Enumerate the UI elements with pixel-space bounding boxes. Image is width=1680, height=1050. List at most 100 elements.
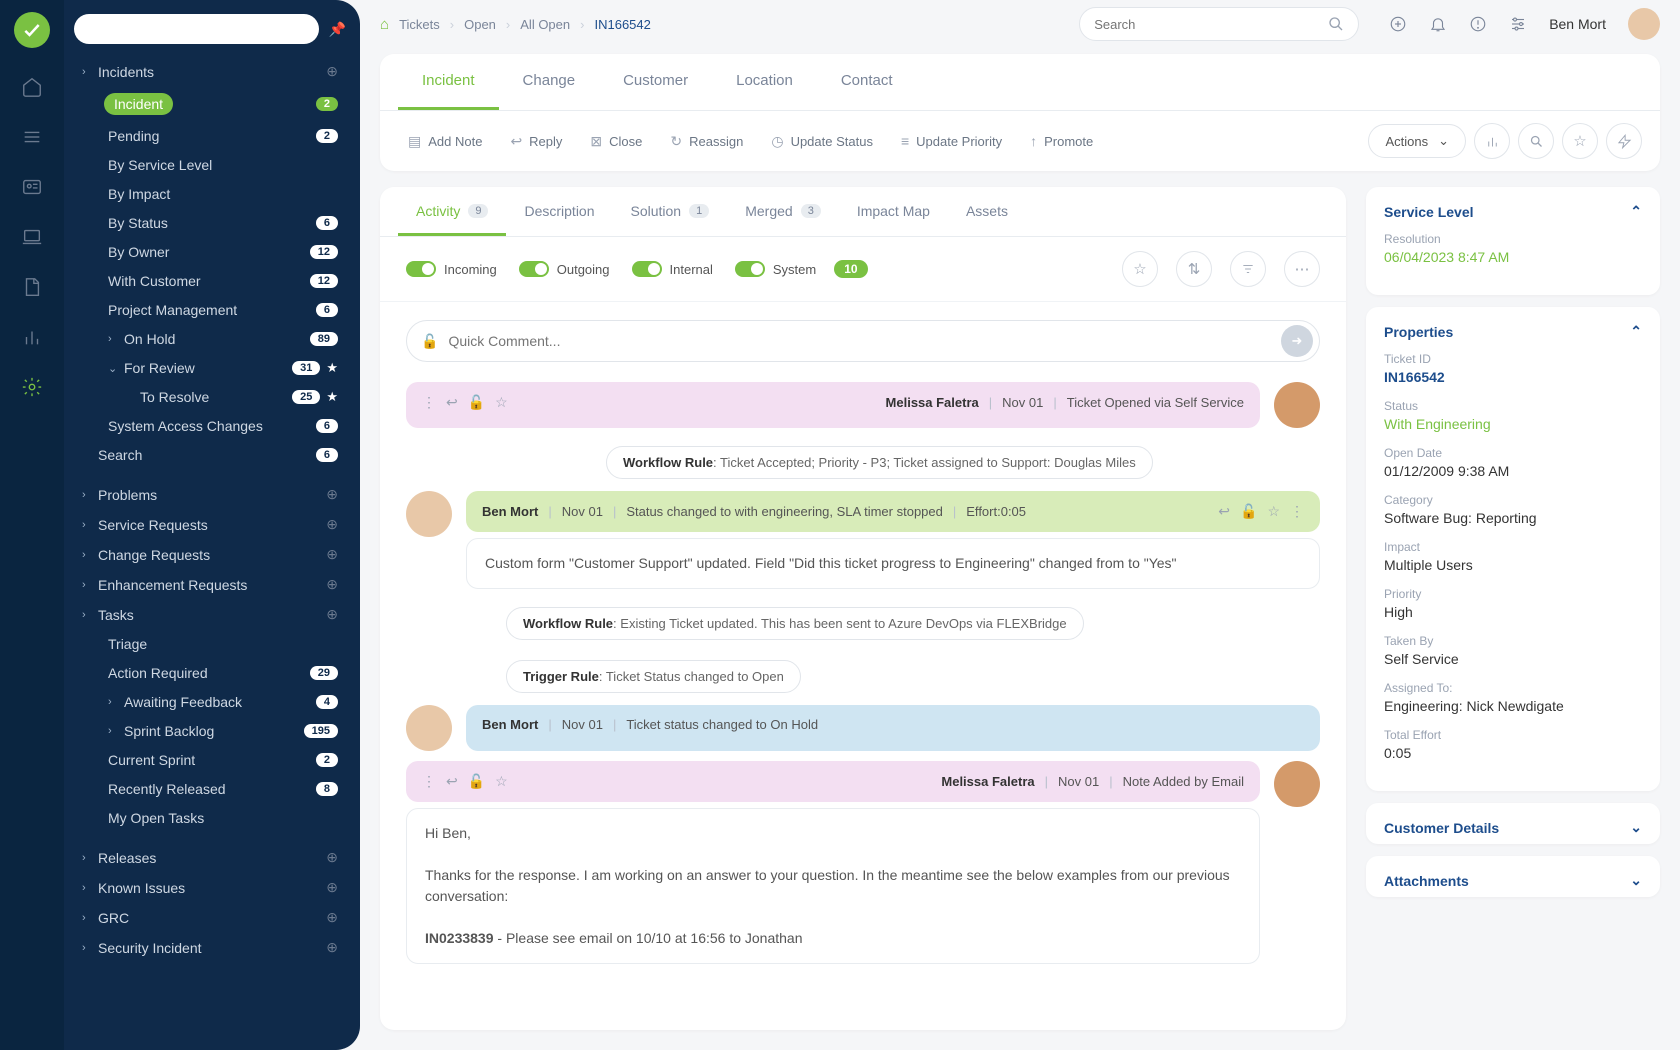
actions-dropdown[interactable]: Actions ⌄	[1368, 124, 1466, 158]
bell-icon[interactable]	[1429, 15, 1447, 33]
sort-icon[interactable]: ⇅	[1176, 251, 1212, 287]
sidebar-item[interactable]: ›Known Issues⊕	[74, 874, 346, 901]
close-button[interactable]: ⊠Close	[580, 127, 652, 156]
sidebar-item[interactable]: Project Management6	[74, 297, 346, 323]
sidebar-item[interactable]: ›Releases⊕	[74, 844, 346, 871]
send-button[interactable]: ➜	[1281, 325, 1313, 357]
alert-icon[interactable]	[1469, 15, 1487, 33]
chart-icon[interactable]	[1474, 123, 1510, 159]
reply-icon[interactable]: ↩	[446, 394, 458, 411]
status-button[interactable]: ◷Update Status	[761, 127, 883, 156]
activity-tab[interactable]: Assets	[948, 187, 1026, 236]
panel-toggle[interactable]: Service Level⌃	[1384, 203, 1642, 220]
lock-icon[interactable]: 🔓	[468, 394, 485, 411]
sidebar-item[interactable]: Search6	[74, 442, 346, 468]
sidebar-item[interactable]: By Service Level	[74, 152, 346, 178]
sidebar-item[interactable]: Recently Released8	[74, 776, 346, 802]
menu-icon[interactable]	[21, 126, 43, 148]
settings-icon[interactable]	[21, 376, 43, 398]
filter-toggle[interactable]: Incoming	[406, 261, 497, 277]
breadcrumb-item[interactable]: Open	[464, 17, 496, 32]
global-search[interactable]	[1079, 7, 1359, 41]
reports-icon[interactable]	[21, 326, 43, 348]
sliders-icon[interactable]	[1509, 15, 1527, 33]
sidebar-item[interactable]: ›Awaiting Feedback4	[74, 689, 346, 715]
activity-tab[interactable]: Merged3	[727, 187, 839, 236]
ticket-link[interactable]: IN0233839	[425, 930, 494, 946]
username[interactable]: Ben Mort	[1549, 16, 1606, 32]
more-icon[interactable]: ⋮	[1290, 503, 1304, 520]
sidebar-item[interactable]: ›Security Incident⊕	[74, 934, 346, 961]
sidebar-item[interactable]: System Access Changes6	[74, 413, 346, 439]
sidebar-item[interactable]: ⌄For Review31★	[74, 355, 346, 381]
breadcrumb-item[interactable]: Tickets	[399, 17, 440, 32]
filter-toggle[interactable]: Outgoing	[519, 261, 610, 277]
reply-button[interactable]: ↩Reply	[500, 127, 572, 156]
sidebar-item[interactable]: Incident2	[74, 88, 346, 120]
search-icon[interactable]	[1518, 123, 1554, 159]
note-button[interactable]: ▤Add Note	[398, 127, 492, 156]
sidebar-item[interactable]: ›Service Requests⊕	[74, 511, 346, 538]
quick-comment-input[interactable]	[448, 333, 1271, 349]
entity-tab[interactable]: Contact	[817, 54, 917, 110]
panel-toggle[interactable]: Customer Details⌄	[1384, 819, 1642, 836]
sidebar-item[interactable]: My Open Tasks	[74, 805, 346, 831]
activity-tab[interactable]: Activity9	[398, 187, 506, 236]
sidebar-item[interactable]: ›On Hold89	[74, 326, 346, 352]
laptop-icon[interactable]	[21, 226, 43, 248]
sidebar-item[interactable]: ›Problems⊕	[74, 481, 346, 508]
sidebar-item[interactable]: ›Enhancement Requests⊕	[74, 571, 346, 598]
entity-tab[interactable]: Change	[499, 54, 600, 110]
star-icon[interactable]: ☆	[495, 394, 508, 411]
sidebar-item[interactable]: By Impact	[74, 181, 346, 207]
star-icon[interactable]: ☆	[495, 773, 508, 790]
star-icon[interactable]: ☆	[1267, 503, 1280, 520]
promote-button[interactable]: ↑Promote	[1020, 127, 1103, 156]
sidebar-item[interactable]: ›Tasks⊕	[74, 601, 346, 628]
filter-toggle[interactable]: Internal	[632, 261, 713, 277]
reassign-button[interactable]: ↻Reassign	[660, 127, 753, 156]
star-icon[interactable]: ☆	[1562, 123, 1598, 159]
sidebar-item[interactable]: By Owner12	[74, 239, 346, 265]
sidebar-item[interactable]: Current Sprint2	[74, 747, 346, 773]
document-icon[interactable]	[21, 276, 43, 298]
activity-tab[interactable]: Description	[506, 187, 612, 236]
bolt-icon[interactable]	[1606, 123, 1642, 159]
panel-toggle[interactable]: Properties⌃	[1384, 323, 1642, 340]
sidebar-item[interactable]: To Resolve25★	[74, 384, 346, 410]
more-icon[interactable]: ⋮	[422, 394, 436, 411]
sidebar-item[interactable]: Pending2	[74, 123, 346, 149]
panel-toggle[interactable]: Attachments⌄	[1384, 872, 1642, 889]
sidebar-item[interactable]: By Status6	[74, 210, 346, 236]
lock-icon[interactable]: 🔓	[1240, 503, 1257, 520]
sidebar-item[interactable]: ›Change Requests⊕	[74, 541, 346, 568]
sidebar-search-input[interactable]	[74, 14, 319, 44]
priority-button[interactable]: ≡Update Priority	[891, 127, 1012, 156]
breadcrumb-home-icon[interactable]: ⌂	[380, 16, 389, 33]
entity-tab[interactable]: Location	[712, 54, 817, 110]
contact-icon[interactable]	[21, 176, 43, 198]
breadcrumb-item[interactable]: All Open	[520, 17, 570, 32]
activity-tab[interactable]: Solution1	[613, 187, 728, 236]
entity-tab[interactable]: Customer	[599, 54, 712, 110]
lock-icon[interactable]: 🔓	[468, 773, 485, 790]
sidebar-item[interactable]: Action Required29	[74, 660, 346, 686]
sidebar-item[interactable]: Triage	[74, 631, 346, 657]
sidebar-item[interactable]: ›GRC⊕	[74, 904, 346, 931]
reply-icon[interactable]: ↩	[1218, 503, 1230, 520]
star-filter-icon[interactable]: ☆	[1122, 251, 1158, 287]
filter-icon[interactable]	[1230, 251, 1266, 287]
search-icon[interactable]	[1328, 16, 1344, 32]
sidebar-item[interactable]: With Customer12	[74, 268, 346, 294]
global-search-input[interactable]	[1094, 17, 1328, 32]
activity-tab[interactable]: Impact Map	[839, 187, 948, 236]
reply-icon[interactable]: ↩	[446, 773, 458, 790]
add-icon[interactable]	[1389, 15, 1407, 33]
sidebar-item[interactable]: ›Incidents⊕	[74, 58, 346, 85]
filter-toggle[interactable]: System	[735, 261, 816, 277]
pin-icon[interactable]: 📌	[329, 21, 346, 38]
more-icon[interactable]: ⋯	[1284, 251, 1320, 287]
home-icon[interactable]	[21, 76, 43, 98]
entity-tab[interactable]: Incident	[398, 54, 499, 110]
more-icon[interactable]: ⋮	[422, 773, 436, 790]
